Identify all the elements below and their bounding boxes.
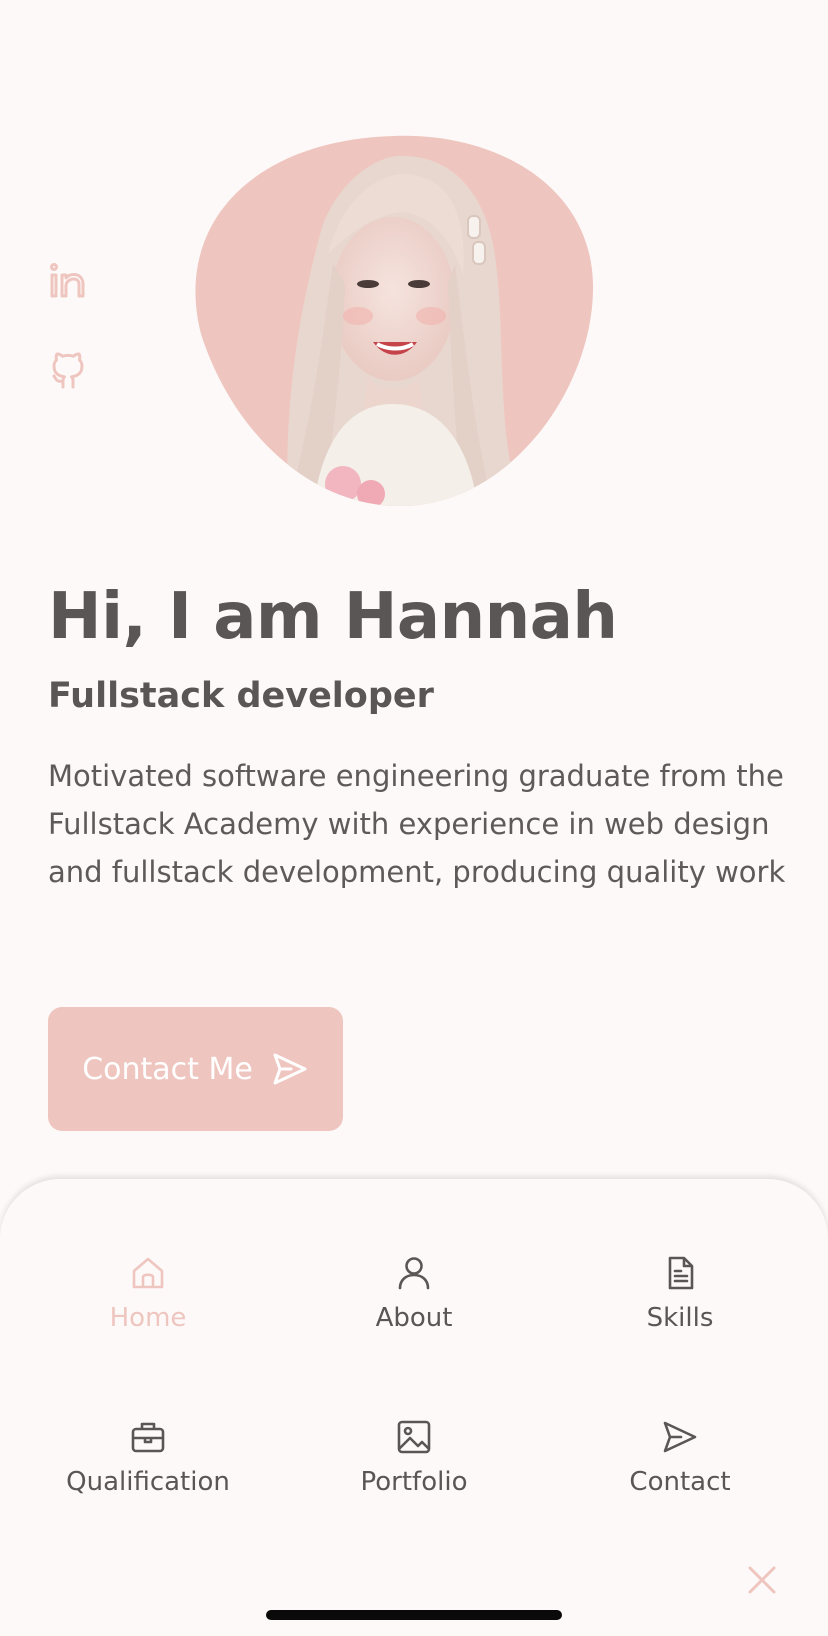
- briefcase-icon: [131, 1422, 165, 1453]
- nav-item-contact[interactable]: Contact: [542, 1419, 818, 1497]
- contact-me-button[interactable]: Contact Me: [48, 1007, 343, 1131]
- home-indicator[interactable]: [266, 1610, 562, 1620]
- nav-label-contact: Contact: [629, 1467, 731, 1497]
- nav-item-skills[interactable]: Skills: [542, 1255, 818, 1333]
- hero-description: Motivated software engineering graduate …: [48, 759, 786, 889]
- send-icon: [273, 1053, 307, 1085]
- linkedin-icon: [50, 263, 85, 298]
- social-links: [48, 262, 88, 438]
- nav-label-skills: Skills: [646, 1303, 714, 1333]
- file-icon: [668, 1256, 694, 1290]
- close-menu-button[interactable]: [744, 1562, 780, 1598]
- nav-menu-sheet: Home About Skills Qualification Portfoli…: [0, 1179, 828, 1636]
- profile-photo: [193, 134, 595, 508]
- nav-item-portfolio[interactable]: Portfolio: [276, 1419, 552, 1497]
- hero-subtitle: Fullstack developer: [48, 676, 434, 716]
- nav-item-about[interactable]: About: [276, 1255, 552, 1333]
- nav-item-home[interactable]: Home: [10, 1255, 286, 1333]
- nav-label-qualification: Qualification: [66, 1467, 230, 1497]
- image-icon: [397, 1420, 431, 1454]
- nav-item-qualification[interactable]: Qualification: [10, 1419, 286, 1497]
- contact-me-label: Contact Me: [82, 1051, 253, 1087]
- nav-label-portfolio: Portfolio: [360, 1467, 468, 1497]
- hero-title: Hi, I am Hannah: [48, 580, 618, 654]
- github-link[interactable]: [48, 350, 88, 390]
- linkedin-link[interactable]: [48, 262, 88, 302]
- home-icon: [132, 1257, 164, 1289]
- close-icon: [748, 1566, 776, 1594]
- send-icon: [663, 1421, 697, 1453]
- user-icon: [398, 1257, 430, 1290]
- nav-label-about: About: [375, 1303, 453, 1333]
- nav-label-home: Home: [109, 1303, 187, 1333]
- github-icon: [52, 352, 84, 389]
